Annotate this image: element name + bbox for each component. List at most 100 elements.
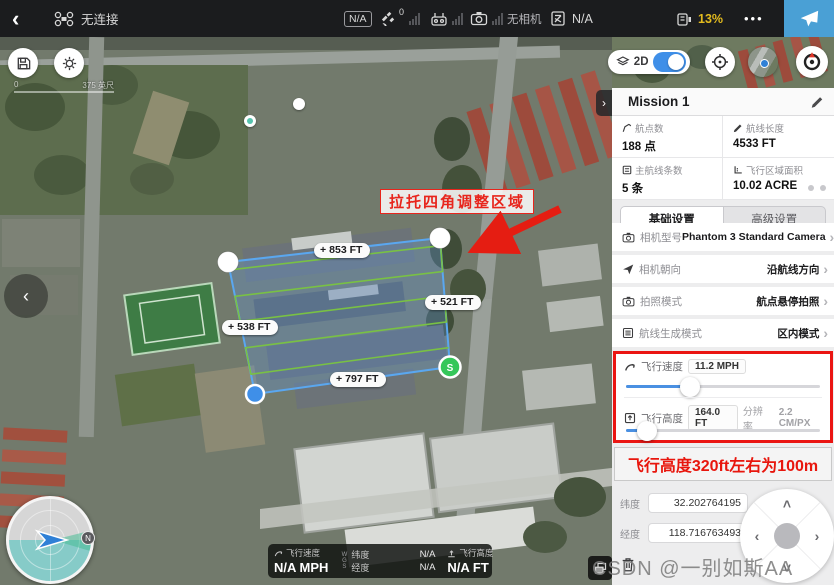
locate-button[interactable] — [705, 47, 735, 77]
battery-status: 13% — [676, 0, 723, 37]
gps-signal-bars — [409, 13, 420, 25]
more-icon: ••• — [744, 11, 764, 26]
map-scale-bar: 0375 英尺 — [14, 80, 114, 93]
altitude-value-field[interactable]: 164.0 FT — [688, 405, 738, 431]
chevron-right-icon: › — [602, 96, 606, 110]
takeoff-button[interactable] — [784, 0, 834, 37]
telemetry-altitude: 飞行高度 N/A FT — [441, 544, 499, 578]
move-icon: + — [320, 244, 326, 256]
stat-area: 飞行区域面积 10.02 ACRE — [723, 158, 834, 200]
battery-icon — [676, 11, 693, 27]
altitude-slider[interactable] — [626, 429, 820, 432]
move-icon: + — [228, 321, 234, 333]
flight-mode-status: N/A — [550, 0, 593, 37]
app-window: S +853 FT +521 FT +538 FT +797 FT 拉托四角调整… — [0, 0, 834, 585]
speed-slider-thumb[interactable] — [680, 377, 700, 397]
map-marker[interactable] — [293, 98, 305, 110]
telemetry-coords: WGS 纬度N/A 经度N/A — [334, 544, 441, 578]
row-camera-heading[interactable]: 相机朝向 沿航线方向 › — [612, 255, 834, 283]
waypoint-icon — [622, 123, 632, 133]
speed-slider[interactable] — [626, 385, 820, 388]
edge-length-label-right[interactable]: +521 FT — [425, 295, 481, 310]
datum-label: WGS — [340, 552, 347, 570]
move-icon: + — [431, 296, 437, 308]
rc-status — [430, 0, 463, 37]
telemetry-bar: 飞行速度 N/A MPH WGS 纬度N/A 经度N/A 飞行高度 N/A FT — [268, 544, 492, 578]
route-mode-icon — [622, 327, 634, 339]
gps-status: 0 — [380, 0, 420, 37]
row-route-mode[interactable]: 航线生成模式 区内模式 › — [612, 319, 834, 347]
move-icon: + — [336, 373, 342, 385]
airplane-icon — [798, 8, 820, 30]
edit-pencil-icon[interactable] — [810, 95, 824, 109]
back-icon: ‹ — [12, 6, 19, 32]
remote-controller-icon — [430, 11, 448, 27]
map-marker[interactable] — [244, 115, 256, 127]
telemetry-speed-value: N/A MPH — [274, 560, 328, 575]
chevron-right-icon: › — [823, 261, 828, 277]
row-camera-model[interactable]: 相机型号 Phantom 3 Standard Camera › — [612, 223, 834, 251]
chevron-right-icon: › — [823, 325, 828, 341]
chevron-right-icon: › — [830, 229, 834, 245]
rc-signal-bars — [452, 13, 463, 25]
altitude-icon — [624, 412, 636, 424]
save-icon — [15, 55, 32, 72]
camera-signal-bars — [492, 13, 503, 25]
longitude-row: 经度 118.716763493 — [612, 522, 752, 544]
speed-icon — [624, 361, 636, 373]
stat-waypoints: 航点数 188 点 — [612, 116, 723, 158]
camera-icon — [622, 296, 635, 307]
collapse-left-button[interactable]: ‹ — [4, 274, 48, 318]
speed-icon — [274, 549, 283, 558]
chevron-left-icon: ‹ — [23, 286, 29, 307]
speed-value-field[interactable]: 11.2 MPH — [688, 359, 746, 374]
connection-status: 无连接 — [54, 0, 119, 37]
nudge-center-button[interactable] — [774, 523, 800, 549]
drone-icon — [54, 11, 74, 27]
nudge-right-button[interactable]: › — [810, 529, 824, 543]
watermark: CSDN @一别如斯AA — [592, 552, 793, 581]
view-2d-label: 2D — [634, 56, 649, 68]
compass-icon — [801, 51, 823, 73]
panel-collapse-tab[interactable]: › — [596, 90, 612, 116]
latitude-input[interactable]: 32.202764195 — [648, 493, 748, 513]
altitude-slider-row: 飞行高度 164.0 FT 分辨率 2.2 CM/PX — [616, 398, 830, 441]
view-mode-pill[interactable]: 2D — [608, 50, 690, 74]
edge-length-label-bottom[interactable]: +797 FT — [330, 372, 386, 387]
crosshair-icon — [711, 53, 729, 71]
resolution-value: 2.2 CM/PX — [779, 407, 822, 429]
nudge-left-button[interactable]: ‹ — [750, 529, 764, 543]
drone-heading-arrow — [37, 531, 67, 549]
tutorial-annotation: 拉托四角调整区域 — [380, 189, 534, 214]
flight-mode-badge: N/A — [344, 0, 372, 37]
altitude-icon — [447, 549, 456, 558]
nudge-up-button[interactable]: ˄ — [780, 497, 794, 511]
save-mission-button[interactable] — [8, 48, 38, 78]
flight-params-highlight-box: 飞行速度 11.2 MPH 飞行高度 164.0 FT 分辨率 2.2 CM/P… — [613, 351, 833, 443]
flight-mode-icon — [550, 10, 566, 27]
more-menu-button[interactable]: ••• — [744, 0, 764, 37]
telemetry-lat-value: N/A — [420, 549, 436, 560]
longitude-input[interactable]: 118.716763493 — [648, 523, 748, 543]
minimap-thumbnail[interactable] — [748, 47, 778, 77]
view-2d-toggle[interactable] — [653, 52, 687, 72]
satellite-count: 0 — [399, 7, 404, 17]
telemetry-lng-value: N/A — [420, 562, 436, 573]
stat-route-length: 航线长度 4533 FT — [723, 116, 834, 158]
altitude-note: 飞行高度320ft左右为100m — [614, 447, 832, 481]
back-button[interactable]: ‹ — [12, 0, 19, 37]
map-settings-button[interactable] — [54, 48, 84, 78]
altitude-slider-thumb[interactable] — [637, 421, 657, 441]
telemetry-speed: 飞行速度 N/A MPH — [268, 544, 334, 578]
row-photo-mode[interactable]: 拍照模式 航点悬停拍照 › — [612, 287, 834, 315]
gear-icon — [61, 55, 78, 72]
route-length-icon — [733, 123, 743, 133]
mission-panel: Mission 1 航点数 188 点 航线长度 4533 FT — [612, 88, 834, 585]
north-badge: N — [81, 531, 95, 545]
battery-percent: 13% — [698, 12, 723, 26]
camera-icon — [470, 11, 488, 26]
edge-length-label-top[interactable]: +853 FT — [314, 243, 370, 258]
edge-length-label-left[interactable]: +538 FT — [222, 320, 278, 335]
lines-icon — [622, 165, 632, 175]
compass-reset-button[interactable] — [796, 46, 828, 78]
